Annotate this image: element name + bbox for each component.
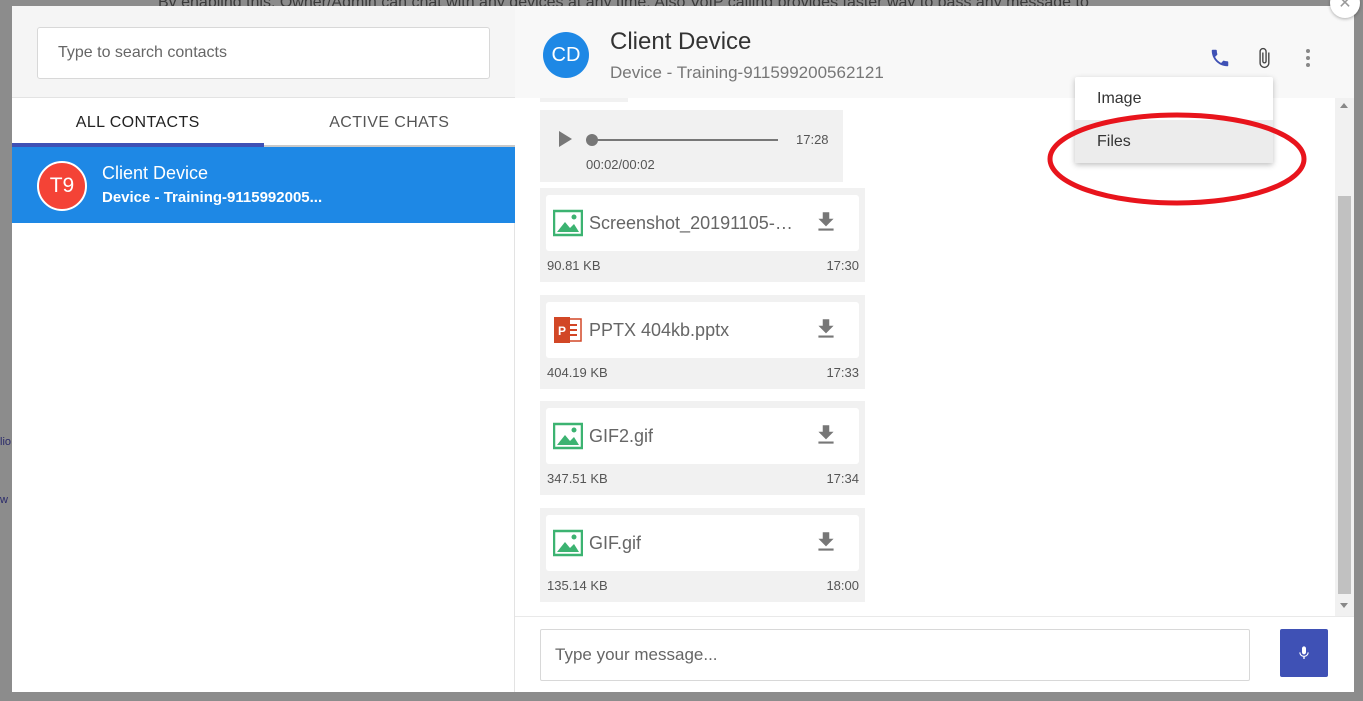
message-time: 17:34 <box>826 471 859 486</box>
message-list-scrollbar[interactable] <box>1335 98 1354 616</box>
attach-menu-item-image[interactable]: Image <box>1075 77 1273 120</box>
scroll-down-arrow-icon[interactable] <box>1340 603 1348 608</box>
tab-all-contacts[interactable]: ALL CONTACTS <box>12 98 264 147</box>
file-message: Screenshot_20191105-14... 90.81 KB 17:30 <box>540 188 865 282</box>
file-card[interactable]: GIF.gif <box>546 515 859 571</box>
mic-icon <box>1299 646 1309 659</box>
audio-progress: 00:02/00:02 <box>586 157 655 172</box>
contact-subtitle: Device - Training-9115992005... <box>102 189 323 206</box>
file-name: PPTX 404kb.pptx <box>589 320 730 340</box>
background-side-text: lio <box>0 436 12 448</box>
file-size: 90.81 KB <box>547 258 601 273</box>
contact-search-area <box>12 6 515 98</box>
tab-active-chats[interactable]: ACTIVE CHATS <box>263 98 515 147</box>
attach-menu: Image Files <box>1075 77 1273 163</box>
file-name: Screenshot_20191105-14... <box>589 213 801 233</box>
image-file-icon <box>552 209 584 237</box>
file-size: 347.51 KB <box>547 471 608 486</box>
file-message: GIF2.gif 347.51 KB 17:34 <box>540 401 865 495</box>
download-icon[interactable] <box>813 209 839 235</box>
file-name: GIF2.gif <box>589 426 654 446</box>
download-icon[interactable] <box>813 529 839 555</box>
scroll-up-arrow-icon[interactable] <box>1340 103 1348 108</box>
chat-subtitle: Device - Training-911599200562121 <box>610 63 884 82</box>
audio-seek-bar[interactable] <box>592 139 778 141</box>
scrollbar-thumb[interactable] <box>1338 196 1351 594</box>
contact-name: Client Device <box>102 163 209 183</box>
message-time: 17:30 <box>826 258 859 273</box>
image-file-icon <box>552 529 584 557</box>
attach-icon[interactable] <box>1252 46 1276 70</box>
contact-avatar: T9 <box>37 161 87 211</box>
chat-title: Client Device <box>610 28 752 55</box>
mic-button[interactable] <box>1280 629 1328 677</box>
message-time: 18:00 <box>826 578 859 593</box>
contact-list-item[interactable]: T9 Client Device Device - Training-91159… <box>12 147 515 223</box>
file-message: P PPTX 404kb.pptx 404.19 KB 17:33 <box>540 295 865 389</box>
download-icon[interactable] <box>813 422 839 448</box>
file-name: GIF.gif <box>589 533 642 553</box>
contact-tabs: ALL CONTACTS ACTIVE CHATS <box>12 98 515 147</box>
file-card[interactable]: P PPTX 404kb.pptx <box>546 302 859 358</box>
contact-search-input[interactable] <box>37 27 490 79</box>
message-composer <box>515 616 1354 692</box>
download-icon[interactable] <box>813 316 839 342</box>
more-vert-icon[interactable] <box>1296 46 1320 70</box>
message-bubble <box>540 98 628 102</box>
play-icon[interactable] <box>559 131 572 147</box>
powerpoint-file-icon: P <box>553 316 583 344</box>
message-list: 17:28 00:02/00:02 Screenshot_20191105-14… <box>515 98 1335 616</box>
file-card[interactable]: Screenshot_20191105-14... <box>546 195 859 251</box>
message-time: 17:28 <box>796 132 829 147</box>
file-message: GIF.gif 135.14 KB 18:00 <box>540 508 865 602</box>
file-card[interactable]: GIF2.gif <box>546 408 859 464</box>
phone-icon[interactable] <box>1208 46 1232 70</box>
contacts-pane: ALL CONTACTS ACTIVE CHATS T9 Client Devi… <box>12 6 515 692</box>
audio-seek-handle[interactable] <box>586 134 598 146</box>
file-size: 135.14 KB <box>547 578 608 593</box>
file-size: 404.19 KB <box>547 365 608 380</box>
background-side-text: w <box>0 494 8 506</box>
message-input[interactable] <box>540 629 1250 681</box>
audio-message: 17:28 00:02/00:02 <box>540 110 843 182</box>
message-time: 17:33 <box>826 365 859 380</box>
svg-text:P: P <box>558 324 566 338</box>
image-file-icon <box>552 422 584 450</box>
attach-menu-item-files[interactable]: Files <box>1075 120 1273 163</box>
chat-avatar: CD <box>543 32 589 78</box>
